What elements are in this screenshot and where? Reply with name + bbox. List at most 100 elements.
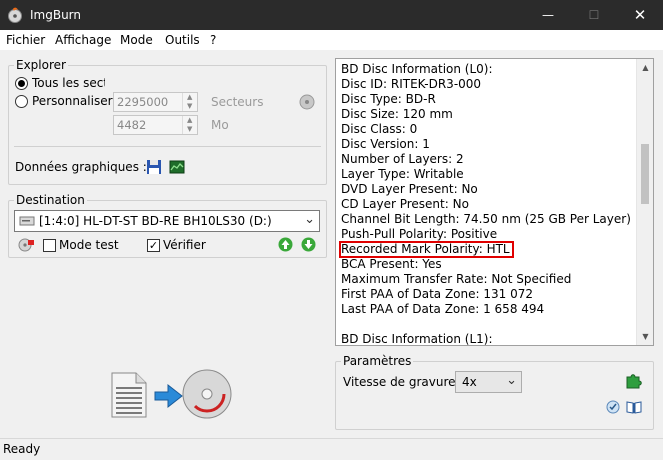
disc-grey-icon[interactable] bbox=[299, 94, 315, 110]
speed-select-value: 4x bbox=[462, 375, 477, 389]
disc-info-line-text: Disc Version: 1 bbox=[341, 137, 430, 151]
explorer-legend: Explorer bbox=[16, 58, 66, 72]
close-button[interactable]: ✕ bbox=[617, 0, 663, 30]
disc-info-line-text: Layer Type: Writable bbox=[341, 167, 464, 181]
disc-info-line: BCA Present: Yes bbox=[341, 257, 636, 272]
menu-help[interactable]: ? bbox=[210, 33, 216, 47]
disc-info-line: BD Disc Information (L0): bbox=[341, 62, 636, 77]
test-mode-checkbox[interactable] bbox=[43, 239, 56, 252]
drive-select[interactable]: [1:4:0] HL-DT-ST BD-RE BH10LS30 (D:) ⌄ bbox=[14, 210, 320, 232]
disc-info-lines: BD Disc Information (L0): Disc ID: RITEK-… bbox=[339, 62, 636, 345]
disc-info-line: Disc ID: RITEK-DR3-000 bbox=[341, 77, 636, 92]
info-scrollbar[interactable]: ▲ ▼ bbox=[636, 59, 653, 345]
settings-wizard-icon[interactable] bbox=[605, 399, 621, 415]
disc-info-line: Push-Pull Polarity: Positive bbox=[341, 227, 636, 242]
eject-disc-icon[interactable] bbox=[18, 237, 35, 253]
window-title: ImgBurn bbox=[30, 8, 82, 22]
scroll-down-icon[interactable]: ▼ bbox=[637, 328, 653, 345]
graph-data-label: Données graphiques : bbox=[15, 160, 147, 174]
disc-info-line-text: Channel Bit Length: 74.50 nm (25 GB Per … bbox=[341, 212, 631, 226]
disc-info-line: Recorded Mark Polarity: HTL bbox=[339, 241, 636, 258]
disc-info-line bbox=[341, 317, 636, 332]
sectors-spin-arrows[interactable]: ▲ ▼ bbox=[182, 93, 197, 111]
log-book-icon[interactable] bbox=[626, 399, 642, 415]
status-bar: Ready bbox=[0, 438, 663, 460]
status-text: Ready bbox=[3, 442, 41, 456]
disc-info-textbox[interactable]: BD Disc Information (L0): Disc ID: RITEK-… bbox=[335, 58, 654, 346]
drive-icon bbox=[19, 216, 35, 226]
spin-up-icon[interactable]: ▲ bbox=[187, 93, 192, 102]
drive-select-value: [1:4:0] HL-DT-ST BD-RE BH10LS30 (D:) bbox=[39, 214, 272, 228]
radio-all-sectors[interactable] bbox=[15, 77, 28, 90]
disc-info-line: Disc Size: 120 mm bbox=[341, 107, 636, 122]
speed-select[interactable]: 4x ⌄ bbox=[455, 371, 522, 393]
disc-info-line-text: BD Disc Information (L0): bbox=[341, 62, 493, 76]
verify-label: Vérifier bbox=[163, 238, 206, 252]
disc-info-line-text: Disc Size: 120 mm bbox=[341, 107, 453, 121]
sectors-value: 2295000 bbox=[117, 95, 169, 109]
spin-down-icon[interactable]: ▼ bbox=[187, 125, 192, 134]
disc-info-line-text: Push-Pull Polarity: Positive bbox=[341, 227, 498, 241]
disc-info-line: Disc Class: 0 bbox=[341, 122, 636, 137]
sectors-unit: Secteurs bbox=[211, 95, 264, 109]
disc-info-line: Disc Version: 1 bbox=[341, 137, 636, 152]
sectors-spinbox[interactable]: 2295000 ▲ ▼ bbox=[113, 92, 198, 112]
disc-info-line: Number of Layers: 2 bbox=[341, 152, 636, 167]
disc-info-line: CD Layer Present: No bbox=[341, 197, 636, 212]
arrow-down-green-icon[interactable] bbox=[301, 237, 316, 252]
mo-spin-arrows[interactable]: ▲ ▼ bbox=[182, 116, 197, 134]
disc-info-line-text: Number of Layers: 2 bbox=[341, 152, 464, 166]
disc-info-line: Maximum Transfer Rate: Not Specified bbox=[341, 272, 636, 287]
spin-up-icon[interactable]: ▲ bbox=[187, 116, 192, 125]
scroll-up-icon[interactable]: ▲ bbox=[637, 59, 653, 76]
disc-info-line-text: First PAA of Data Zone: 131 072 bbox=[341, 287, 533, 301]
disc-info-line-text: CD Layer Present: No bbox=[341, 197, 469, 211]
radio-all-sectors-clip: Tous les secteurs bbox=[32, 76, 105, 90]
radio-custom-label: Personnaliser bbox=[32, 94, 113, 108]
disc-info-line-text: BCA Present: Yes bbox=[341, 257, 442, 271]
write-image-to-disc-icon[interactable] bbox=[110, 365, 235, 420]
test-mode-label: Mode test bbox=[59, 238, 119, 252]
menu-mode[interactable]: Mode bbox=[120, 33, 153, 47]
scroll-thumb[interactable] bbox=[641, 144, 649, 204]
app-icon bbox=[8, 7, 22, 23]
save-floppy-icon[interactable] bbox=[146, 159, 162, 175]
spin-down-icon[interactable]: ▼ bbox=[187, 102, 192, 111]
verify-checkbox[interactable]: ✓ bbox=[147, 239, 160, 252]
destination-legend: Destination bbox=[16, 193, 85, 207]
disc-info-line-text: Disc ID: RITEK-DR3-000 bbox=[341, 77, 482, 91]
disc-info-line-text: Last PAA of Data Zone: 1 658 494 bbox=[341, 302, 545, 316]
params-legend: Paramètres bbox=[343, 354, 412, 368]
explorer-divider bbox=[14, 146, 321, 147]
mo-spinbox[interactable]: 4482 ▲ ▼ bbox=[113, 115, 198, 135]
radio-all-sectors-label: Tous les secteurs bbox=[32, 76, 105, 90]
arrow-up-green-icon[interactable] bbox=[278, 237, 293, 252]
disc-info-line-text: Disc Type: BD-R bbox=[341, 92, 436, 106]
graph-viewer-icon[interactable] bbox=[169, 159, 185, 175]
menu-outils[interactable]: Outils bbox=[165, 33, 200, 47]
puzzle-piece-icon[interactable] bbox=[625, 371, 643, 389]
disc-info-line: BD Disc Information (L1): bbox=[341, 332, 636, 345]
disc-info-line: Layer Type: Writable bbox=[341, 167, 636, 182]
highlighted-info-line: Recorded Mark Polarity: HTL bbox=[339, 241, 514, 258]
disc-info-line: First PAA of Data Zone: 131 072 bbox=[341, 287, 636, 302]
menu-fichier[interactable]: Fichier bbox=[6, 33, 45, 47]
disc-info-line: DVD Layer Present: No bbox=[341, 182, 636, 197]
mo-unit: Mo bbox=[211, 118, 229, 132]
disc-info-line-text: Disc Class: 0 bbox=[341, 122, 418, 136]
maximize-button[interactable]: ☐ bbox=[571, 0, 617, 30]
mo-value: 4482 bbox=[117, 118, 147, 132]
minimize-button[interactable]: — bbox=[525, 0, 571, 30]
disc-info-line: Disc Type: BD-R bbox=[341, 92, 636, 107]
menu-bar: Fichier Affichage Mode Outils ? bbox=[0, 30, 663, 50]
disc-info-line-text: Maximum Transfer Rate: Not Specified bbox=[341, 272, 572, 286]
menu-affichage[interactable]: Affichage bbox=[55, 33, 111, 47]
title-bar: ImgBurn — ☐ ✕ bbox=[0, 0, 663, 30]
disc-info-line: Last PAA of Data Zone: 1 658 494 bbox=[341, 302, 636, 317]
disc-info-line: Channel Bit Length: 74.50 nm (25 GB Per … bbox=[341, 212, 636, 227]
chevron-down-icon: ⌄ bbox=[304, 212, 315, 227]
radio-custom[interactable] bbox=[15, 95, 28, 108]
speed-label: Vitesse de gravure : bbox=[343, 375, 464, 389]
chevron-down-icon: ⌄ bbox=[506, 373, 517, 388]
disc-info-line-text: DVD Layer Present: No bbox=[341, 182, 478, 196]
